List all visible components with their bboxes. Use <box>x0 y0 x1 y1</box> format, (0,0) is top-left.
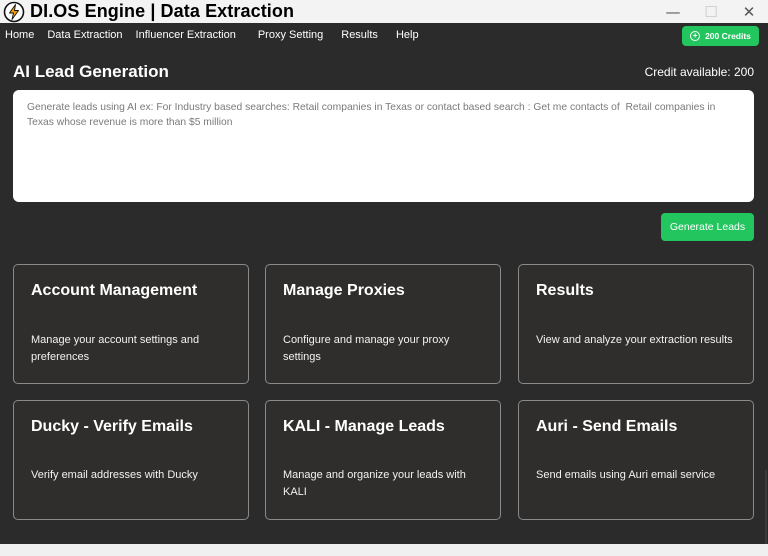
card-ducky-verify-emails[interactable]: Ducky - Verify Emails Verify email addre… <box>13 400 249 520</box>
maximize-button[interactable]: ☐ <box>692 0 730 23</box>
window-title: DI.OS Engine | Data Extraction <box>30 1 295 21</box>
card-manage-proxies[interactable]: Manage Proxies Configure and manage your… <box>265 264 501 384</box>
credit-available-text: Credit available: 200 <box>644 65 754 79</box>
card-description: Manage your account settings and prefere… <box>31 334 200 363</box>
generate-leads-button[interactable]: Generate Leads <box>661 213 754 241</box>
scrollbar-track[interactable] <box>765 470 767 544</box>
card-description: Configure and manage your proxy settings <box>283 334 450 363</box>
card-title: Auri - Send Emails <box>536 418 678 435</box>
menu-item-data-extraction[interactable]: Data Extraction <box>42 29 122 41</box>
card-description: View and analyze your extraction results <box>536 334 733 346</box>
card-auri-send-emails[interactable]: Auri - Send Emails Send emails using Aur… <box>518 400 754 520</box>
window-bottom-edge <box>0 544 768 556</box>
card-results[interactable]: Results View and analyze your extraction… <box>518 264 754 384</box>
lead-prompt-box <box>13 90 754 202</box>
menu-item-help[interactable]: Help <box>391 29 419 41</box>
card-title: Results <box>536 282 594 299</box>
close-button[interactable]: ✕ <box>730 0 768 23</box>
window-titlebar: DI.OS Engine | Data Extraction — ☐ ✕ <box>0 0 768 23</box>
minimize-button[interactable]: — <box>654 0 692 23</box>
card-description: Verify email addresses with Ducky <box>31 469 198 481</box>
menu-item-results[interactable]: Results <box>336 29 378 41</box>
card-description: Manage and organize your leads with KALI <box>283 469 466 498</box>
card-description: Send emails using Auri email service <box>536 469 716 481</box>
card-title: KALI - Manage Leads <box>283 418 445 435</box>
menu-bar: Home Data Extraction Influencer Extracti… <box>0 23 768 47</box>
card-account-management[interactable]: Account Management Manage your account s… <box>13 264 249 384</box>
card-title: Account Management <box>31 282 198 299</box>
menu-item-proxy-setting[interactable]: Proxy Setting <box>253 29 323 41</box>
menu-item-influencer-extraction[interactable]: Influencer Extraction <box>131 29 236 41</box>
window-controls: — ☐ ✕ <box>654 0 768 23</box>
plus-circle-icon: + <box>690 31 701 41</box>
card-kali-manage-leads[interactable]: KALI - Manage Leads Manage and organize … <box>265 400 501 520</box>
page-title: AI Lead Generation <box>13 62 169 81</box>
lightning-logo-icon <box>3 1 25 22</box>
card-title: Ducky - Verify Emails <box>31 418 193 435</box>
credits-button-label: 200 Credits <box>705 31 751 41</box>
card-title: Manage Proxies <box>283 282 405 299</box>
credits-button[interactable]: + 200 Credits <box>682 26 759 46</box>
lead-prompt-input[interactable] <box>27 100 740 192</box>
menu-item-home[interactable]: Home <box>0 29 34 41</box>
